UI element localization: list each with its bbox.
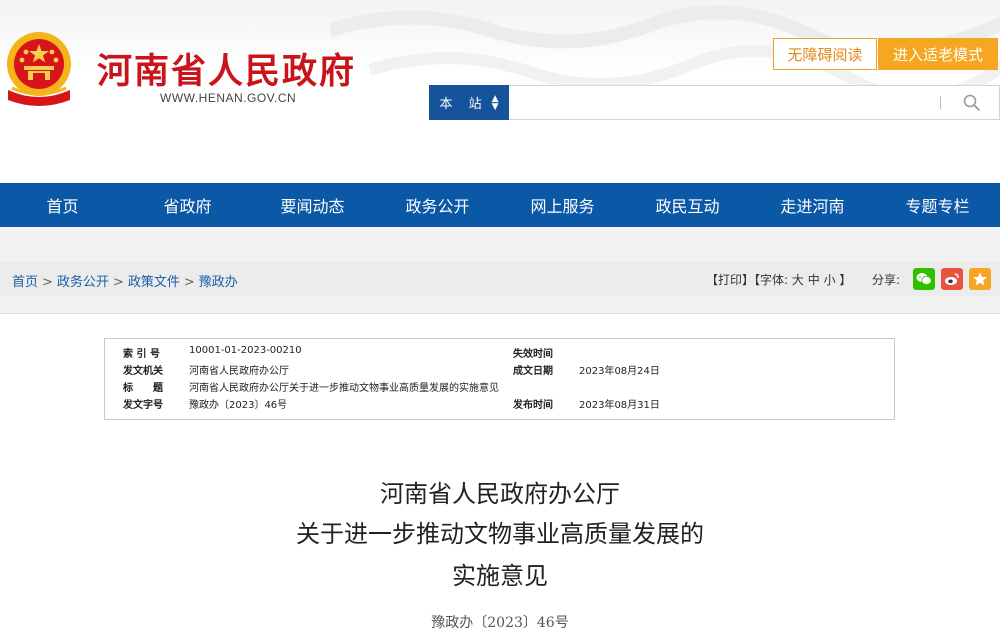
share-label: 分享: xyxy=(872,273,901,287)
meta-row: 发文字号 豫政办〔2023〕46号 发布时间 2023年08月31日 xyxy=(105,396,894,413)
font-size-label: 【字体: xyxy=(754,273,789,287)
wechat-icon[interactable] xyxy=(913,268,935,290)
meta-row: 标 题 河南省人民政府办公厅关于进一步推动文物事业高质量发展的实施意见 xyxy=(105,379,894,396)
breadcrumb-home[interactable]: 首页 xyxy=(12,275,38,290)
search-scope-label: 本 站 xyxy=(439,97,488,112)
updown-arrow-icon: ▲ ▼ xyxy=(491,93,499,112)
nav-item-interaction[interactable]: 政民互动 xyxy=(625,183,750,227)
breadcrumb-government-affairs[interactable]: 政务公开 xyxy=(57,275,109,290)
meta-title-value: 河南省人民政府办公厅关于进一步推动文物事业高质量发展的实施意见 xyxy=(189,383,499,394)
main-nav: 首页 省政府 要闻动态 政务公开 网上服务 政民互动 走进河南 专题专栏 xyxy=(0,183,1000,227)
nav-item-home[interactable]: 首页 xyxy=(0,183,125,227)
font-large-button[interactable]: 大 xyxy=(792,273,804,287)
meta-written-label: 成文日期 xyxy=(513,366,553,377)
site-header: 河南省人民政府 WWW.HENAN.GOV.CN 无障碍阅读 进入适老模式 本 … xyxy=(0,0,1000,183)
nav-item-provincial-government[interactable]: 省政府 xyxy=(125,183,250,227)
search-input[interactable] xyxy=(509,85,1000,120)
meta-issuer-value: 河南省人民政府办公厅 xyxy=(189,366,289,377)
weibo-icon[interactable] xyxy=(941,268,963,290)
star-icon[interactable] xyxy=(969,268,991,290)
elder-mode-button[interactable]: 进入适老模式 xyxy=(878,38,998,70)
national-emblem-icon xyxy=(7,32,71,106)
document-title-line-3: 实施意见 xyxy=(452,562,548,590)
search-scope-select[interactable]: 本 站 ▲ ▼ xyxy=(429,85,509,120)
document-title-line-2: 关于进一步推动文物事业高质量发展的 xyxy=(296,520,704,548)
meta-published-label: 发布时间 xyxy=(513,400,553,411)
meta-index-value: 10001-01-2023-00210 xyxy=(189,345,302,356)
meta-expiry-label: 失效时间 xyxy=(513,349,553,360)
meta-docno-label: 发文字号 xyxy=(123,400,163,411)
breadcrumb-office[interactable]: 豫政办 xyxy=(199,275,238,290)
breadcrumb: 首页 > 政务公开 > 政策文件 > 豫政办 xyxy=(12,271,238,290)
meta-written-value: 2023年08月24日 xyxy=(579,366,660,377)
font-medium-button[interactable]: 中 xyxy=(808,273,820,287)
nav-item-online-services[interactable]: 网上服务 xyxy=(500,183,625,227)
page-tools: 【打印】【字体: 大 中 小 】 xyxy=(706,271,851,288)
article-content: 索 引 号 10001-01-2023-00210 失效时间 发文机关 河南省人… xyxy=(0,313,1000,638)
breadcrumb-policy-documents[interactable]: 政策文件 xyxy=(128,275,180,290)
accessible-reading-button[interactable]: 无障碍阅读 xyxy=(773,38,877,70)
meta-title-label: 标 题 xyxy=(123,383,163,394)
nav-item-news[interactable]: 要闻动态 xyxy=(250,183,375,227)
breadcrumb-separator: > xyxy=(183,275,195,290)
document-title-line-1: 河南省人民政府办公厅 xyxy=(380,480,620,508)
font-size-close: 】 xyxy=(839,273,852,287)
nav-item-special-topics[interactable]: 专题专栏 xyxy=(875,183,1000,227)
meta-issuer-label: 发文机关 xyxy=(123,366,163,377)
meta-docno-value: 豫政办〔2023〕46号 xyxy=(189,400,288,411)
meta-row: 发文机关 河南省人民政府办公厅 成文日期 2023年08月24日 xyxy=(105,362,894,379)
site-url: WWW.HENAN.GOV.CN xyxy=(160,91,297,105)
document-metadata-table: 索 引 号 10001-01-2023-00210 失效时间 发文机关 河南省人… xyxy=(104,338,895,420)
breadcrumb-bar: 首页 > 政务公开 > 政策文件 > 豫政办 【打印】【字体: 大 中 小 】 分享: xyxy=(0,262,1000,296)
document-number: 豫政办〔2023〕46号 xyxy=(431,615,569,631)
breadcrumb-separator: > xyxy=(112,275,124,290)
meta-published-value: 2023年08月31日 xyxy=(579,400,660,411)
nav-item-about-henan[interactable]: 走进河南 xyxy=(750,183,875,227)
search-icon[interactable] xyxy=(962,93,982,113)
search-divider xyxy=(940,96,941,109)
meta-row: 索 引 号 10001-01-2023-00210 失效时间 xyxy=(105,345,894,362)
print-button[interactable]: 【打印】 xyxy=(706,273,754,287)
font-small-button[interactable]: 小 xyxy=(824,273,836,287)
nav-item-government-affairs[interactable]: 政务公开 xyxy=(375,183,500,227)
site-name[interactable]: 河南省人民政府 xyxy=(97,43,356,94)
meta-index-label: 索 引 号 xyxy=(123,349,160,360)
breadcrumb-separator: > xyxy=(42,275,53,290)
